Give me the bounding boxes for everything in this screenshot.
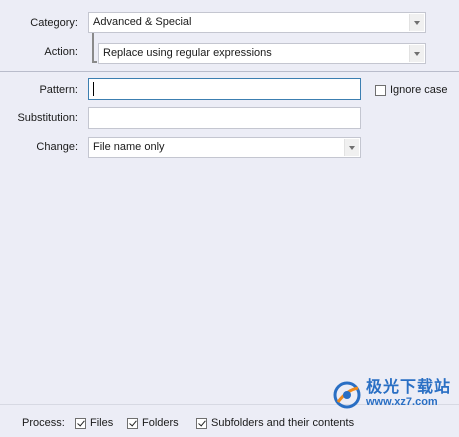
category-dropdown[interactable]: Advanced & Special — [88, 12, 426, 33]
pattern-input[interactable] — [88, 78, 361, 100]
category-label: Category: — [30, 17, 78, 29]
site-watermark: 极光下载站 www.xz7.com — [332, 380, 451, 410]
subfolders-checkbox[interactable]: Subfolders and their contents — [196, 416, 354, 430]
subfolders-label: Subfolders and their contents — [211, 417, 355, 429]
substitution-label: Substitution: — [17, 112, 78, 124]
folders-label: Folders — [142, 417, 179, 429]
watermark-url: www.xz7.com — [365, 396, 438, 408]
files-label: Files — [90, 417, 114, 429]
change-dropdown[interactable]: File name only — [88, 137, 361, 158]
chevron-down-icon[interactable] — [409, 14, 424, 31]
ignore-case-checkbox[interactable]: Ignore case — [375, 83, 447, 97]
files-box[interactable] — [75, 417, 86, 429]
substitution-input[interactable] — [88, 107, 361, 129]
action-tree-marker — [92, 33, 97, 63]
section-divider — [0, 71, 459, 72]
process-label: Process: — [22, 417, 65, 429]
category-value: Advanced & Special — [93, 16, 192, 28]
chevron-down-icon[interactable] — [409, 45, 424, 62]
action-value: Replace using regular expressions — [103, 47, 272, 59]
renamer-options-panel: Category: Advanced & Special Action: Rep… — [0, 0, 459, 437]
ignore-case-box[interactable] — [375, 84, 386, 96]
subfolders-box[interactable] — [196, 417, 207, 429]
watermark-text: 极光下载站 — [365, 379, 451, 396]
pattern-label: Pattern: — [39, 84, 78, 96]
chevron-down-icon[interactable] — [344, 139, 359, 156]
change-value: File name only — [93, 141, 165, 153]
change-label: Change: — [36, 141, 78, 153]
action-dropdown[interactable]: Replace using regular expressions — [98, 43, 426, 64]
files-checkbox[interactable]: Files — [75, 416, 113, 430]
text-caret — [93, 82, 94, 96]
ignore-case-label: Ignore case — [390, 84, 448, 96]
watermark-logo-icon — [333, 381, 361, 409]
action-label: Action: — [44, 46, 78, 58]
folders-checkbox[interactable]: Folders — [127, 416, 179, 430]
folders-box[interactable] — [127, 417, 138, 429]
